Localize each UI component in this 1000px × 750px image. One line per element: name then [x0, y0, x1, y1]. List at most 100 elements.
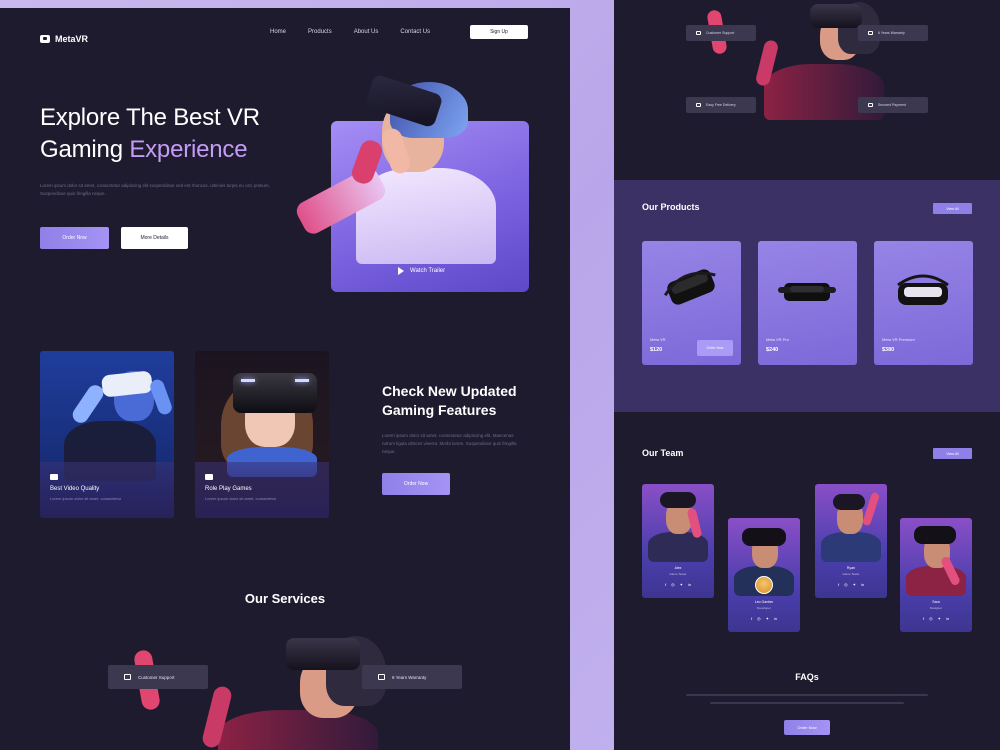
headset-support-icon — [124, 674, 131, 680]
twitter-icon[interactable]: ✦ — [680, 582, 683, 587]
instagram-icon[interactable]: ◎ — [757, 616, 761, 621]
team-member-name: Ryan — [846, 566, 856, 570]
landing-page-main: MetaVR Home Products About Us Contact Us… — [0, 8, 570, 750]
hero-vr-person-image — [290, 72, 510, 272]
products-view-all-button[interactable]: View All — [933, 203, 972, 214]
team-member-card[interactable]: Sara Designer f ◎ ✦ in — [900, 518, 972, 632]
linkedin-icon[interactable]: in — [946, 616, 949, 621]
team-member-photo — [815, 484, 887, 562]
product-name: Meta VR — [650, 337, 666, 342]
logo[interactable]: MetaVR — [40, 34, 88, 44]
nav-contact[interactable]: Contact Us — [400, 29, 430, 35]
social-links: f ◎ ✦ in — [728, 616, 800, 621]
team-member-card[interactable]: Ryan Game Tester f ◎ ✦ in — [815, 484, 887, 598]
truck-icon — [696, 103, 701, 107]
nav-products[interactable]: Products — [308, 29, 332, 35]
product-price: $380 — [882, 347, 895, 353]
linkedin-icon[interactable]: in — [774, 616, 777, 621]
linkedin-icon[interactable]: in — [688, 582, 691, 587]
pill-label: 6 Years Warranty — [878, 31, 905, 35]
play-icon — [398, 267, 404, 275]
team-title: Our Team — [642, 448, 684, 458]
product-name: Meta VR Pro — [766, 337, 789, 342]
feature-vr-person-image — [195, 351, 329, 477]
service-warranty: 6 Years Warranty — [362, 665, 462, 689]
social-links: f ◎ ✦ in — [642, 582, 714, 587]
product-price: $240 — [766, 347, 779, 353]
vr-headset-icon — [663, 269, 716, 305]
pill-customer-support: Customer Support — [686, 25, 756, 41]
team-member-photo — [900, 518, 972, 596]
features-heading-line1: Check New Updated — [382, 383, 517, 399]
logo-text: MetaVR — [55, 34, 89, 44]
faq-order-button[interactable]: Order Now — [784, 720, 830, 735]
shield-icon — [868, 31, 873, 35]
product-order-button[interactable]: Order Now — [697, 340, 733, 356]
product-card[interactable]: Meta VR $120 Order Now — [642, 241, 741, 365]
social-links: f ◎ ✦ in — [815, 582, 887, 587]
feature-description: Lorem ipsum dolor sit amet, consectetur — [50, 496, 122, 501]
avatar — [755, 576, 773, 594]
nav-home[interactable]: Home — [270, 29, 286, 35]
features-description: Lorem ipsum dolor sit amet, consectetur … — [382, 433, 517, 454]
vr-headset-icon — [778, 283, 836, 301]
team-view-all-button[interactable]: View All — [933, 448, 972, 459]
feature-description: Lorem ipsum dolor sit amet, consectetur — [205, 496, 277, 501]
services-vr-person-image — [130, 628, 420, 750]
team-member-name: Leo Garden — [754, 600, 774, 604]
watch-trailer-label: Watch Trailer — [410, 268, 446, 274]
twitter-icon[interactable]: ✦ — [853, 582, 856, 587]
instagram-icon[interactable]: ◎ — [671, 582, 675, 587]
facebook-icon[interactable]: f — [751, 616, 752, 621]
team-member-photo — [642, 484, 714, 562]
shield-icon — [378, 674, 385, 680]
feature-vr-person-image — [40, 351, 174, 481]
products-title: Our Products — [642, 202, 700, 212]
facebook-icon[interactable]: f — [838, 582, 839, 587]
feature-card-role-play[interactable]: Role Play Games Lorem ipsum dolor sit am… — [195, 351, 329, 518]
team-member-role: Game Tester — [842, 572, 860, 576]
team-member-card[interactable]: Alex Game Tester f ◎ ✦ in — [642, 484, 714, 598]
nav-about[interactable]: About Us — [354, 29, 379, 35]
faq-text-line — [686, 694, 928, 696]
hero-title-accent: Experience — [129, 136, 248, 163]
more-details-button[interactable]: More Details — [121, 227, 188, 249]
team-member-role: Designer — [929, 606, 942, 610]
twitter-icon[interactable]: ✦ — [938, 616, 941, 621]
instagram-icon[interactable]: ◎ — [929, 616, 933, 621]
feature-caption: Role Play Games Lorem ipsum dolor sit am… — [195, 462, 329, 518]
pill-delivery: Easy Free Delivery — [686, 97, 756, 113]
faq-title: FAQs — [795, 672, 819, 682]
products-section: Our Products View All Meta VR $120 Order… — [614, 180, 1000, 412]
facebook-icon[interactable]: f — [923, 616, 924, 621]
lock-icon — [868, 103, 873, 107]
team-member-name: Alex — [674, 566, 682, 570]
twitter-icon[interactable]: ✦ — [766, 616, 769, 621]
features-heading: Check New Updated Gaming Features — [382, 382, 517, 420]
pill-label: Easy Free Delivery — [706, 103, 736, 107]
feature-title: Best Video Quality — [50, 486, 100, 492]
faq-text-line — [710, 702, 904, 704]
feature-card-video-quality[interactable]: Best Video Quality Lorem ipsum dolor sit… — [40, 351, 174, 518]
features-heading-line2: Gaming Features — [382, 402, 497, 418]
team-member-role: Developer — [757, 606, 771, 610]
product-card[interactable]: Meta VR Premium $380 — [874, 241, 973, 365]
linkedin-icon[interactable]: in — [861, 582, 864, 587]
team-member-role: Game Tester — [669, 572, 687, 576]
instagram-icon[interactable]: ◎ — [844, 582, 848, 587]
vr-headset-icon — [897, 274, 949, 305]
team-member-card[interactable]: Leo Garden Developer f ◎ ✦ in — [728, 518, 800, 632]
hero-title-line1: Explore The Best VR — [40, 104, 260, 131]
product-card[interactable]: Meta VR Pro $240 — [758, 241, 857, 365]
feature-caption: Best Video Quality Lorem ipsum dolor sit… — [40, 462, 174, 518]
features-order-button[interactable]: Order Now — [382, 473, 450, 495]
landing-page-continued: Customer Support 6 Years Warranty Easy F… — [614, 0, 1000, 750]
service-support-label: Customer Support — [138, 674, 175, 680]
signup-button[interactable]: Sign Up — [470, 25, 528, 39]
watch-trailer-button[interactable]: Watch Trailer — [398, 267, 445, 275]
product-price: $120 — [650, 347, 663, 353]
facebook-icon[interactable]: f — [665, 582, 666, 587]
hero-description: Lorem ipsum dolor sit amet, consectetur … — [40, 183, 270, 196]
product-name: Meta VR Premium — [882, 337, 915, 342]
order-now-button[interactable]: Order Now — [40, 227, 109, 249]
